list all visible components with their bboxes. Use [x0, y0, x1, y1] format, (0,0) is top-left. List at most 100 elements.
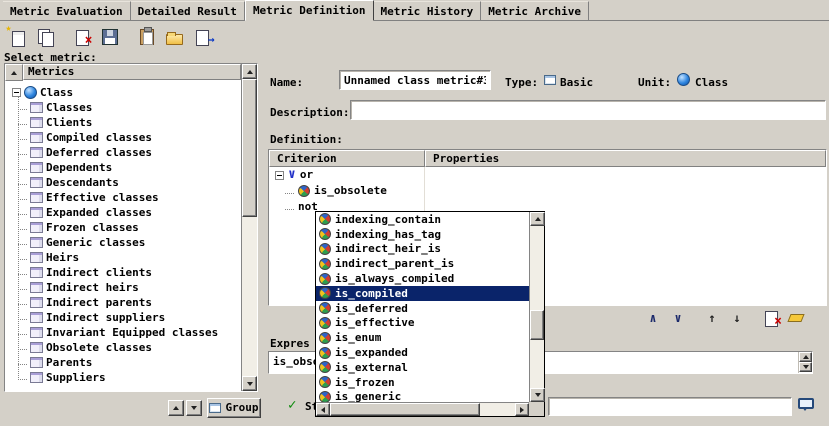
delete-icon — [762, 309, 780, 327]
tree-item-descendants[interactable]: Descendants — [5, 175, 241, 190]
move-criterion-up-button[interactable]: ↑ — [701, 308, 723, 328]
tree-item-indirect-heirs[interactable]: Indirect heirs — [5, 280, 241, 295]
save-metric-button[interactable] — [97, 25, 122, 49]
description-input[interactable] — [350, 100, 826, 120]
name-input[interactable] — [339, 70, 491, 90]
scroll-track[interactable] — [330, 403, 515, 416]
tab-metric-evaluation[interactable]: Metric Evaluation — [3, 1, 131, 20]
tree-item-clients[interactable]: Clients — [5, 115, 241, 130]
dropdown-item-is-generic[interactable]: is_generic — [316, 390, 529, 402]
metric-icon — [30, 252, 43, 263]
metric-icon — [30, 372, 43, 383]
and-criterion-button[interactable]: ∧ — [642, 308, 664, 328]
scroll-right-button[interactable] — [515, 403, 529, 416]
scroll-track[interactable] — [242, 79, 257, 376]
clear-definition-button[interactable] — [785, 308, 807, 328]
criterion-grid-header: Criterion Properties — [269, 150, 826, 167]
export-metric-button[interactable] — [190, 25, 215, 49]
open-metric-file-icon — [166, 34, 183, 45]
dropdown-vscrollbar[interactable] — [529, 212, 544, 402]
dropdown-item-is-external[interactable]: is_external — [316, 360, 529, 375]
criterion-icon — [319, 332, 331, 344]
scroll-down-button[interactable] — [242, 376, 257, 391]
tree-item-invariant-equipped-classes[interactable]: Invariant Equipped classes — [5, 325, 241, 340]
criterion-column-header[interactable]: Criterion — [269, 150, 425, 167]
collapse-icon[interactable] — [12, 88, 21, 97]
tree-item-dependents[interactable]: Dependents — [5, 160, 241, 175]
dropdown-item-indirect-heir-is[interactable]: indirect_heir_is — [316, 242, 529, 257]
scroll-down-button[interactable] — [799, 362, 812, 372]
definition-label: Definition: — [270, 133, 343, 146]
tree-item-compiled-classes[interactable]: Compiled classes — [5, 130, 241, 145]
move-metric-up-button[interactable] — [168, 400, 184, 416]
criterion-icon — [319, 228, 331, 240]
tab-metric-definition[interactable]: Metric Definition — [245, 0, 374, 21]
remove-criterion-button[interactable] — [760, 308, 782, 328]
remove-metric-button[interactable] — [69, 25, 94, 49]
scroll-up-button[interactable] — [530, 212, 545, 226]
tree-item-frozen-classes[interactable]: Frozen classes — [5, 220, 241, 235]
tab-detailed-result[interactable]: Detailed Result — [131, 1, 245, 20]
dropdown-item-is-effective[interactable]: is_effective — [316, 316, 529, 331]
open-metric-file-button[interactable] — [162, 25, 187, 49]
tree-item-classes[interactable]: Classes — [5, 100, 241, 115]
scroll-down-button[interactable] — [530, 388, 545, 402]
new-metric-button[interactable] — [4, 25, 29, 49]
metric-icon — [30, 192, 43, 203]
sort-order-button[interactable] — [5, 64, 23, 81]
properties-column-header[interactable]: Properties — [425, 150, 826, 167]
scroll-up-button[interactable] — [242, 64, 257, 79]
dropdown-item-indirect-parent-is[interactable]: indirect_parent_is — [316, 256, 529, 271]
tree-item-indirect-parents[interactable]: Indirect parents — [5, 295, 241, 310]
move-metric-down-button[interactable] — [186, 400, 202, 416]
criterion-icon — [319, 317, 331, 329]
tree-item-indirect-clients[interactable]: Indirect clients — [5, 265, 241, 280]
scroll-up-button[interactable] — [799, 352, 812, 362]
scroll-thumb[interactable] — [330, 403, 480, 416]
tab-metric-history[interactable]: Metric History — [374, 1, 482, 20]
scroll-thumb[interactable] — [242, 79, 257, 217]
eraser-icon — [787, 314, 804, 322]
tree-root-class[interactable]: Class — [5, 85, 241, 100]
scroll-left-button[interactable] — [316, 403, 330, 416]
dropdown-item-is-expanded[interactable]: is_expanded — [316, 345, 529, 360]
dropdown-item-is-frozen[interactable]: is_frozen — [316, 375, 529, 390]
group-button[interactable]: Group — [207, 398, 261, 418]
duplicate-metric-button[interactable] — [32, 25, 57, 49]
tree-item-indirect-suppliers[interactable]: Indirect suppliers — [5, 310, 241, 325]
expression-scrollbar[interactable] — [798, 352, 812, 373]
tree-item-suppliers[interactable]: Suppliers — [5, 370, 241, 385]
tree-scrollbar[interactable] — [241, 64, 257, 391]
tree-item-generic-classes[interactable]: Generic classes — [5, 235, 241, 250]
dropdown-hscrollbar[interactable] — [316, 402, 529, 416]
dropdown-item-indexing-has-tag[interactable]: indexing_has_tag — [316, 227, 529, 242]
expression-label: Expres — [270, 337, 310, 350]
metrics-column-header[interactable]: Metrics — [23, 64, 241, 80]
tab-metric-archive[interactable]: Metric Archive — [481, 1, 589, 20]
or-criterion-button[interactable]: ∨ — [667, 308, 689, 328]
criterion-row-is-obsolete[interactable]: is_obsolete — [269, 183, 826, 199]
scroll-track[interactable] — [530, 226, 544, 388]
dropdown-item-is-always-compiled[interactable]: is_always_compiled — [316, 271, 529, 286]
name-label: Name: — [270, 76, 303, 89]
tree-item-heirs[interactable]: Heirs — [5, 250, 241, 265]
criterion-icon — [319, 243, 331, 255]
dropdown-item-is-deferred[interactable]: is_deferred — [316, 301, 529, 316]
result-input[interactable] — [548, 397, 792, 416]
criterion-row-or[interactable]: ∨ or — [269, 167, 826, 183]
tree-item-obsolete-classes[interactable]: Obsolete classes — [5, 340, 241, 355]
tree-item-parents[interactable]: Parents — [5, 355, 241, 370]
tree-item-effective-classes[interactable]: Effective classes — [5, 190, 241, 205]
dropdown-item-indexing-contain[interactable]: indexing_contain — [316, 212, 529, 227]
import-metrics-button[interactable] — [134, 25, 159, 49]
collapse-icon[interactable] — [275, 171, 284, 180]
tree-item-expanded-classes[interactable]: Expanded classes — [5, 205, 241, 220]
dropdown-item-is-compiled[interactable]: is_compiled — [316, 286, 529, 301]
metric-icon — [30, 342, 43, 353]
move-criterion-down-button[interactable]: ↓ — [726, 308, 748, 328]
scroll-thumb[interactable] — [530, 310, 544, 340]
comment-button[interactable] — [798, 398, 814, 412]
tree-item-deferred-classes[interactable]: Deferred classes — [5, 145, 241, 160]
dropdown-item-is-enum[interactable]: is_enum — [316, 330, 529, 345]
criterion-icon — [298, 185, 310, 197]
